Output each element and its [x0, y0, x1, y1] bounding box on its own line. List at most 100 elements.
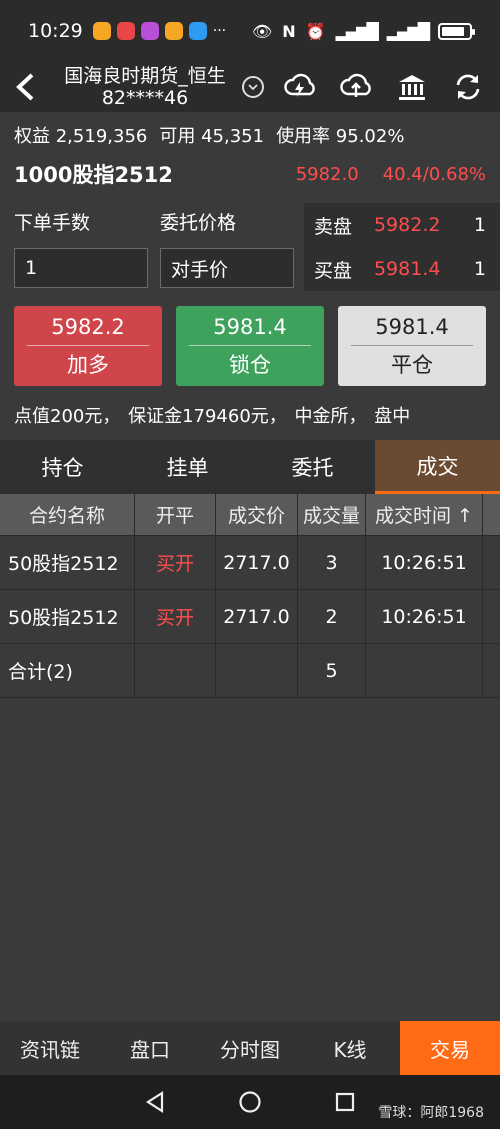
cell-open-close: 买开	[135, 590, 216, 643]
cloud-upload-icon	[340, 73, 371, 97]
tab-orders[interactable]: 委托	[250, 440, 375, 494]
notification-icons: ···	[92, 22, 226, 40]
account-summary: 权益 2,519,356 可用 45,351 使用率 95.02%	[14, 122, 404, 148]
tab-pending[interactable]: 挂单	[125, 440, 250, 494]
contract-name[interactable]: 1000股指2512	[14, 159, 173, 189]
recents-square-icon[interactable]	[334, 1091, 356, 1113]
battery-icon	[438, 22, 475, 40]
total-spacer	[483, 644, 500, 697]
available-label: 可用	[159, 126, 196, 147]
add-long-button[interactable]: 5982.2 加多	[14, 306, 162, 386]
alarm-icon: ⏰	[305, 21, 326, 41]
signal-icon-2: ▂▄▆█	[386, 21, 430, 41]
orderbook: 卖盘 5982.2 1 买盘 5981.4 1	[304, 203, 500, 291]
table-row[interactable]: 50股指2512 买开 2717.0 3 10:26:51	[0, 536, 500, 590]
qty-label: 下单手数	[14, 212, 91, 234]
refresh-icon	[456, 74, 480, 100]
nav-news-chain[interactable]: 资讯链	[0, 1021, 100, 1075]
cell-contract: 50股指2512	[0, 536, 135, 589]
price-change: 40.4/0.68%	[382, 163, 486, 185]
close-position-button[interactable]: 5981.4 平仓	[338, 306, 486, 386]
cloud-sync-button[interactable]	[282, 69, 318, 105]
tab-trades[interactable]: 成交	[375, 440, 500, 494]
usage: 使用率 95.02%	[276, 122, 404, 148]
ask-volume: 1	[473, 214, 487, 236]
close-price: 5981.4	[351, 308, 473, 346]
col-time[interactable]: 成交时间 ↑	[366, 494, 483, 535]
contract-row[interactable]: 1000股指2512 5982.0 40.4/0.68%	[0, 158, 500, 190]
available-value: 45,351	[201, 126, 265, 147]
gallery-app-icon	[140, 22, 159, 40]
col-price[interactable]: 成交价	[216, 494, 298, 535]
cell-spacer	[483, 590, 500, 643]
account-switch-icon[interactable]	[242, 76, 264, 98]
add-long-price: 5982.2	[27, 308, 149, 346]
col-open-close[interactable]: 开平	[135, 494, 216, 535]
nav-kline[interactable]: K线	[300, 1021, 400, 1075]
bid-volume: 1	[473, 258, 487, 280]
bank-icon	[399, 75, 425, 100]
available: 可用 45,351	[159, 122, 264, 148]
back-triangle-icon[interactable]	[144, 1090, 166, 1114]
nav-trade[interactable]: 交易	[400, 1021, 500, 1075]
ask-price: 5982.2	[373, 214, 441, 236]
tab-positions[interactable]: 持仓	[0, 440, 125, 494]
bid-price: 5981.4	[373, 258, 441, 280]
cell-price: 2717.0	[216, 536, 298, 589]
contract-info: 点值200元， 保证金179460元， 中金所， 盘中	[14, 406, 411, 427]
signal-icon: ▂▄▆█	[335, 21, 379, 41]
total-price	[216, 644, 298, 697]
col-volume[interactable]: 成交量	[298, 494, 366, 535]
total-open-close	[135, 644, 216, 697]
cloud-flash-icon	[284, 73, 315, 97]
equity-label: 权益	[14, 126, 50, 147]
cell-time: 10:26:51	[366, 536, 483, 589]
table-total-row: 合计(2) 5	[0, 644, 500, 698]
bank-transfer-button[interactable]	[394, 69, 430, 105]
ask-label: 卖盘	[314, 215, 353, 238]
cloud-upload-button[interactable]	[338, 69, 374, 105]
total-time	[366, 644, 483, 697]
order-tabs: 持仓 挂单 委托 成交	[0, 440, 500, 494]
status-time: 10:29	[28, 20, 83, 42]
nav-intraday-chart[interactable]: 分时图	[200, 1021, 300, 1075]
cell-spacer	[483, 536, 500, 589]
eye-icon: 👁	[251, 21, 273, 41]
back-button[interactable]	[0, 62, 50, 112]
weibo-app-icon-2	[164, 22, 183, 40]
account-title[interactable]: 国海良时期货_恒生 82****46	[50, 65, 240, 109]
cell-time: 10:26:51	[366, 590, 483, 643]
cell-volume: 3	[298, 536, 366, 589]
table-header-row: 合约名称 开平 成交价 成交量 成交时间 ↑	[0, 494, 500, 536]
bid-row[interactable]: 买盘 5981.4 1	[304, 247, 500, 291]
weibo-app-icon	[92, 22, 111, 40]
price-label: 委托价格	[160, 212, 237, 234]
total-volume: 5	[298, 644, 366, 697]
mail-app-icon	[116, 22, 135, 40]
chevron-down-icon	[248, 84, 258, 91]
bid-label: 买盘	[314, 259, 353, 282]
refresh-button[interactable]	[450, 69, 486, 105]
nav-market-depth[interactable]: 盘口	[100, 1021, 200, 1075]
ask-row[interactable]: 卖盘 5982.2 1	[304, 203, 500, 247]
add-long-label: 加多	[67, 353, 109, 377]
lock-label: 锁仓	[229, 353, 271, 377]
lock-position-button[interactable]: 5981.4 锁仓	[176, 306, 324, 386]
close-label: 平仓	[391, 353, 433, 377]
trades-table: 合约名称 开平 成交价 成交量 成交时间 ↑ 50股指2512 买开 2717.…	[0, 494, 500, 698]
bottom-nav: 资讯链 盘口 分时图 K线 交易	[0, 1021, 500, 1075]
equity: 权益 2,519,356	[14, 122, 147, 148]
equity-value: 2,519,356	[55, 126, 148, 147]
col-contract[interactable]: 合约名称	[0, 494, 135, 535]
cell-contract: 50股指2512	[0, 590, 135, 643]
price-input[interactable]: 对手价	[160, 248, 294, 288]
chat-app-icon	[188, 22, 207, 40]
total-label: 合计(2)	[0, 644, 135, 697]
status-bar: 10:29 ··· 👁 N ⏰ ▂▄▆█ ▂▄▆█	[0, 0, 500, 62]
table-row[interactable]: 50股指2512 买开 2717.0 2 10:26:51	[0, 590, 500, 644]
app-header: 国海良时期货_恒生 82****46	[0, 62, 500, 112]
qty-input[interactable]: 1	[14, 248, 148, 288]
home-circle-icon[interactable]	[238, 1090, 262, 1114]
cell-open-close: 买开	[135, 536, 216, 589]
nfc-icon: N	[282, 21, 296, 41]
